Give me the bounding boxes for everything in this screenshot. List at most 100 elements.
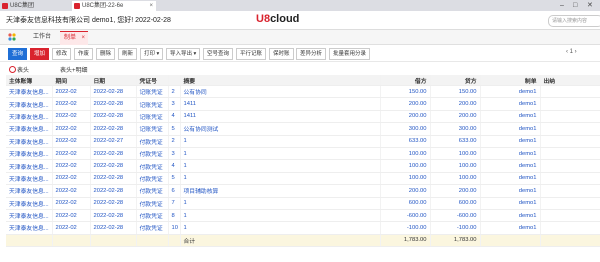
table-row[interactable]: 天津泰友信息... 2022-02 2022-02-28 付款凭证 8 1 -600.00-… <box>6 209 600 223</box>
delete-button[interactable]: 删除 <box>96 48 116 60</box>
table-cell[interactable]: 付款凭证 <box>136 135 169 148</box>
pager[interactable]: ‹ 1 › <box>566 49 577 55</box>
table-row[interactable]: 天津泰友信息... 2022-02 2022-02-28 付款凭证 3 1 100.00 10… <box>6 147 600 161</box>
batch-apply-entries-button[interactable]: 批量套用分录 <box>329 48 371 60</box>
table-cell[interactable]: 天津泰友信息... <box>6 97 53 111</box>
table-cell[interactable]: 1411 <box>180 110 381 124</box>
table-cell[interactable]: 公有协同测试 <box>180 122 381 136</box>
table-cell[interactable]: 天津泰友信息... <box>6 110 53 124</box>
table-cell[interactable]: 付款凭证 <box>136 172 169 186</box>
col-header-cashier[interactable]: 出纳 <box>540 75 600 86</box>
table-cell[interactable]: 2022-02 <box>52 97 91 111</box>
table-row[interactable]: 天津泰友信息... 2022-02 2022-02-28 记账凭证 5 公有协同测试 300… <box>6 122 600 136</box>
table-cell[interactable]: 天津泰友信息... <box>6 209 53 223</box>
table-cell[interactable]: 付款凭证 <box>136 159 169 173</box>
table-cell[interactable]: 天津泰友信息... <box>6 147 53 161</box>
table-cell[interactable]: 1 <box>180 172 381 186</box>
table-cell[interactable]: 天津泰友信息... <box>6 172 53 186</box>
temp-account-button[interactable]: 保时账 <box>269 48 294 60</box>
table-cell[interactable]: 付款凭证 <box>136 197 169 210</box>
table-cell[interactable]: 1 <box>180 135 381 148</box>
table-cell[interactable]: 1 <box>180 221 381 235</box>
table-cell[interactable]: 2 <box>168 85 181 99</box>
col-header-period[interactable]: 期间 <box>52 75 91 86</box>
table-cell[interactable]: 2022-02 <box>52 172 91 186</box>
table-cell[interactable]: 项目辅助核算 <box>180 184 381 198</box>
blank-number-query-button[interactable]: 空号查询 <box>203 48 234 60</box>
col-header-book[interactable]: 主体账簿 <box>6 75 53 86</box>
table-cell[interactable]: 2022-02-28 <box>90 172 137 186</box>
table-cell[interactable]: 天津泰友信息... <box>6 135 53 148</box>
table-cell[interactable]: 2022-02-28 <box>90 110 137 124</box>
table-cell[interactable]: 天津泰友信息... <box>6 85 53 99</box>
table-cell[interactable]: 记账凭证 <box>136 122 169 136</box>
table-cell[interactable]: 2022-02 <box>52 159 91 173</box>
table-cell[interactable]: 2022-02 <box>52 135 91 148</box>
variance-analysis-button[interactable]: 差异分析 <box>296 48 327 60</box>
table-cell[interactable]: 付款凭证 <box>136 221 169 235</box>
table-cell[interactable]: 付款凭证 <box>136 184 169 198</box>
table-cell[interactable]: 1411 <box>180 97 381 111</box>
print-button[interactable]: 打印 ▾ <box>140 48 164 60</box>
table-cell[interactable]: 记账凭证 <box>136 110 169 124</box>
table-cell[interactable]: 天津泰友信息... <box>6 159 53 173</box>
minimize-icon[interactable]: – <box>560 0 564 11</box>
table-cell[interactable]: 2022-02-28 <box>90 197 137 210</box>
add-button[interactable]: 增加 <box>30 48 50 60</box>
browser-tab-1[interactable]: U8C集团-22-6e × <box>72 1 156 11</box>
table-row[interactable]: 天津泰友信息... 2022-02 2022-02-28 记账凭证 3 1411 200.0… <box>6 97 600 111</box>
table-cell[interactable]: 付款凭证 <box>136 147 169 161</box>
table-cell[interactable]: 2 <box>168 135 181 148</box>
table-cell[interactable]: 1 <box>180 209 381 223</box>
table-cell[interactable]: 付款凭证 <box>136 209 169 223</box>
table-cell[interactable]: 3 <box>168 147 181 161</box>
table-cell[interactable]: 1 <box>180 159 381 173</box>
table-cell[interactable]: 记账凭证 <box>136 97 169 111</box>
table-row[interactable]: 天津泰友信息... 2022-02 2022-02-28 付款凭证 4 1 100.00 10… <box>6 159 600 173</box>
table-cell[interactable]: 2022-02 <box>52 85 91 99</box>
table-cell[interactable]: 天津泰友信息... <box>6 197 53 210</box>
table-row[interactable]: 天津泰友信息... 2022-02 2022-02-28 付款凭证 5 1 100.00 10… <box>6 172 600 186</box>
table-cell[interactable]: 2022-02-28 <box>90 209 137 223</box>
table-cell[interactable]: 6 <box>168 184 181 198</box>
edit-button[interactable]: 修改 <box>52 48 72 60</box>
table-cell[interactable]: 5 <box>168 172 181 186</box>
close-icon[interactable]: × <box>149 1 153 11</box>
browser-tab-0[interactable]: U8C集团 × <box>0 1 80 11</box>
radio-icon[interactable] <box>9 66 16 73</box>
col-header-maker[interactable]: 制单 <box>480 75 541 86</box>
table-cell[interactable]: 2022-02-28 <box>90 159 137 173</box>
table-cell[interactable]: 2022-02 <box>52 147 91 161</box>
table-row[interactable]: 天津泰友信息... 2022-02 2022-02-28 记账凭证 4 1411 200.0… <box>6 110 600 124</box>
table-cell[interactable]: 2022-02-28 <box>90 147 137 161</box>
table-row[interactable]: 天津泰友信息... 2022-02 2022-02-27 付款凭证 2 1 633.00 63… <box>6 135 600 148</box>
col-header-date[interactable]: 日期 <box>90 75 137 86</box>
table-cell[interactable]: 2022-02 <box>52 197 91 210</box>
app-menu-icon[interactable] <box>8 33 16 41</box>
table-cell[interactable]: 2022-02 <box>52 221 91 235</box>
table-cell[interactable]: 10 <box>168 221 181 235</box>
table-cell[interactable]: 公有协同 <box>180 85 381 99</box>
col-header-number[interactable] <box>168 75 181 86</box>
table-cell[interactable]: 2022-02-28 <box>90 221 137 235</box>
table-cell[interactable]: 4 <box>168 110 181 124</box>
table-row[interactable]: 天津泰友信息... 2022-02 2022-02-28 付款凭证 10 1 -100.00… <box>6 221 600 235</box>
table-cell[interactable]: 2022-02-27 <box>90 135 137 148</box>
tab-workbench[interactable]: 工作台 <box>30 31 54 44</box>
window-close-icon[interactable]: ✕ <box>587 0 593 11</box>
view-mode-label[interactable]: 表头+明细 <box>60 65 88 74</box>
table-cell[interactable]: 2022-02-28 <box>90 85 137 99</box>
table-row[interactable]: 天津泰友信息... 2022-02 2022-02-28 付款凭证 6 项目辅助核算 200… <box>6 184 600 198</box>
table-cell[interactable]: 2022-02 <box>52 122 91 136</box>
col-header-summary[interactable]: 摘要 <box>180 75 381 86</box>
table-cell[interactable]: 2022-02-28 <box>90 122 137 136</box>
table-cell[interactable]: 5 <box>168 122 181 136</box>
col-header-debit[interactable]: 借方 <box>380 75 431 86</box>
table-cell[interactable]: 天津泰友信息... <box>6 184 53 198</box>
void-button[interactable]: 作废 <box>74 48 94 60</box>
query-button[interactable]: 查询 <box>8 48 28 60</box>
col-header-credit[interactable]: 贷方 <box>430 75 481 86</box>
table-cell[interactable]: 记账凭证 <box>136 85 169 99</box>
col-header-voucher-no[interactable]: 凭证号 <box>136 75 169 86</box>
table-cell[interactable]: 天津泰友信息... <box>6 122 53 136</box>
